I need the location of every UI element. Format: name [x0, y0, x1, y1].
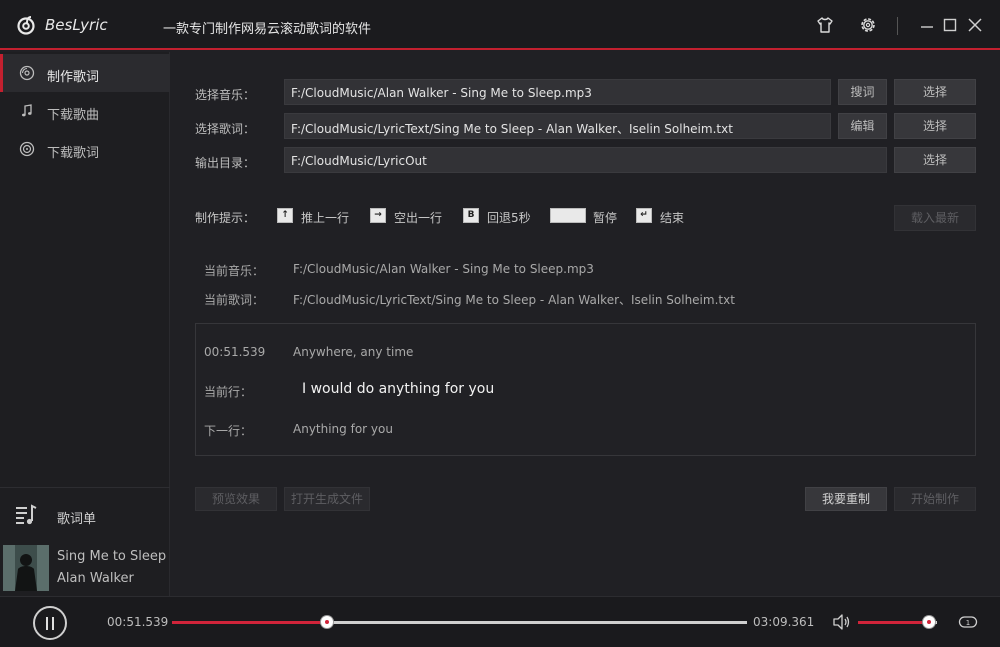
music-note-icon	[22, 104, 32, 117]
radio-icon	[19, 141, 35, 157]
hint-push-up: 推上一行	[301, 211, 350, 225]
sidebar-item-make-lyric[interactable]: 制作歌词	[0, 54, 170, 92]
load-latest-button[interactable]: 载入最新	[894, 205, 976, 231]
key-enter-icon: ↵	[636, 208, 652, 223]
choose-music-button[interactable]: 选择	[894, 79, 976, 105]
start-making-button[interactable]: 开始制作	[894, 487, 976, 511]
output-label: 输出目录：	[195, 156, 256, 170]
choose-output-button[interactable]: 选择	[894, 147, 976, 173]
progress-fill	[172, 621, 328, 624]
sidebar-divider	[0, 487, 170, 488]
app-tagline: 一款专门制作网易云滚动歌词的软件	[163, 22, 372, 37]
total-time: 03:09.361	[753, 615, 815, 629]
maximize-icon[interactable]	[941, 16, 959, 34]
hints-label: 制作提示：	[195, 211, 256, 225]
pause-button[interactable]	[33, 606, 67, 640]
prev-line-time: 00:51.539	[204, 345, 266, 359]
sidebar-item-label: 制作歌词	[47, 70, 100, 85]
now-playing-artist: Alan Walker	[57, 571, 134, 586]
pause-icon	[46, 617, 48, 630]
settings-gear-icon[interactable]	[859, 16, 877, 34]
playlist-label: 歌词单	[57, 512, 97, 527]
open-generated-file-button[interactable]: 打开生成文件	[284, 487, 370, 511]
sidebar: 制作歌词 下载歌曲 下载歌词 歌词单 Sing Me to Sleep Alan…	[0, 52, 170, 596]
hint-pause: 暂停	[593, 211, 618, 225]
key-up-icon: ↑	[277, 208, 293, 223]
album-cover	[3, 545, 49, 591]
lyric-label: 选择歌词：	[195, 122, 256, 136]
reset-button[interactable]: 我要重制	[805, 487, 887, 511]
current-music-label: 当前音乐：	[204, 264, 265, 278]
progress-track[interactable]	[172, 621, 747, 624]
app-name: BesLyric	[45, 16, 108, 34]
progress-knob[interactable]	[321, 616, 334, 628]
lyric-playlist-button[interactable]: 歌词单	[0, 494, 170, 538]
next-line-label: 下一行：	[204, 424, 253, 438]
current-lyric-label: 当前歌词：	[204, 293, 265, 307]
pause-icon-bar	[52, 617, 54, 630]
hint-end: 结束	[660, 211, 685, 225]
key-right-icon: →	[370, 208, 386, 223]
choose-lyric-button[interactable]: 选择	[894, 113, 976, 139]
key-b-icon: B	[463, 208, 479, 223]
now-playing-title: Sing Me to Sleep	[57, 549, 167, 564]
key-space-icon	[550, 208, 586, 223]
close-icon[interactable]	[966, 16, 984, 34]
prev-line-text: Anywhere, any time	[293, 345, 414, 359]
title-bar: BesLyric 一款专门制作网易云滚动歌词的软件	[0, 0, 1000, 50]
sidebar-item-label: 下载歌词	[47, 146, 100, 161]
current-line-label: 当前行：	[204, 385, 253, 399]
player-bar: 00:51.539 03:09.361 1	[0, 596, 1000, 647]
hint-rewind: 回退5秒	[487, 211, 531, 225]
current-music-value: F:/CloudMusic/Alan Walker - Sing Me to S…	[293, 262, 594, 276]
titlebar-separator	[897, 17, 898, 35]
playlist-icon	[16, 504, 37, 525]
edit-lyric-button[interactable]: 编辑	[838, 113, 887, 139]
search-lyric-button[interactable]: 搜词	[838, 79, 887, 105]
volume-icon[interactable]	[832, 614, 850, 630]
output-path-field[interactable]: F:/CloudMusic/LyricOut	[284, 147, 887, 173]
lyric-path-field[interactable]: F:/CloudMusic/LyricText/Sing Me to Sleep…	[284, 113, 831, 139]
disc-icon	[19, 65, 35, 81]
elapsed-time: 00:51.539	[107, 615, 169, 629]
loop-mode-icon[interactable]: 1	[958, 615, 978, 629]
hint-empty-line: 空出一行	[394, 211, 443, 225]
accent-line	[0, 48, 1000, 50]
volume-knob[interactable]	[923, 616, 936, 628]
skin-shirt-icon[interactable]	[816, 16, 834, 34]
now-playing-card[interactable]: Sing Me to Sleep Alan Walker	[0, 542, 170, 596]
netease-logo-icon	[17, 16, 35, 35]
next-line-text: Anything for you	[293, 422, 393, 436]
sidebar-item-download-song[interactable]: 下载歌曲	[0, 92, 170, 130]
volume-fill	[858, 621, 930, 624]
preview-button[interactable]: 预览效果	[195, 487, 277, 511]
music-path-field[interactable]: F:/CloudMusic/Alan Walker - Sing Me to S…	[284, 79, 831, 105]
sidebar-item-download-lyric[interactable]: 下载歌词	[0, 130, 170, 168]
svg-text:1: 1	[966, 619, 970, 627]
sidebar-item-label: 下载歌曲	[47, 108, 100, 123]
current-line-text: I would do anything for you	[302, 381, 495, 397]
minimize-icon[interactable]	[918, 16, 936, 34]
current-lyric-value: F:/CloudMusic/LyricText/Sing Me to Sleep…	[293, 293, 735, 307]
music-label: 选择音乐：	[195, 88, 256, 102]
